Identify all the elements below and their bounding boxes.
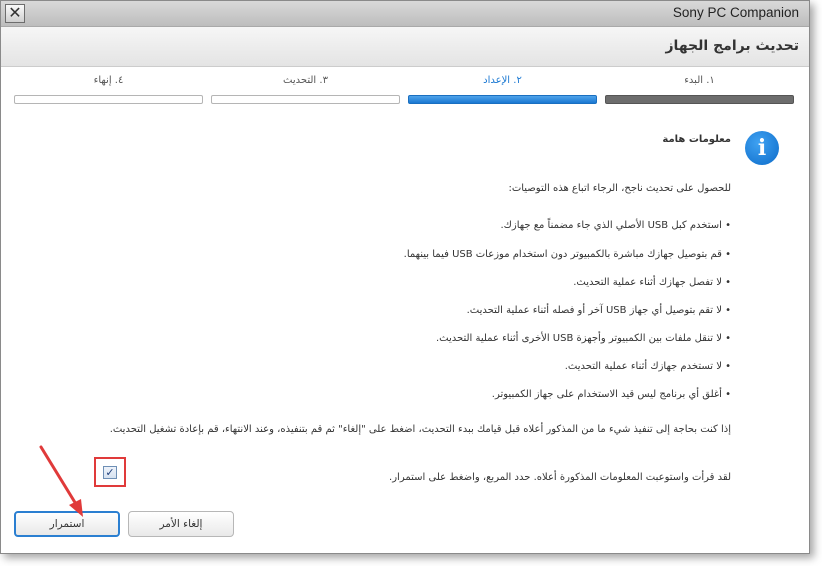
list-item: • استخدم كبل USB الأصلي الذي جاء مضمناً … bbox=[500, 220, 731, 231]
step-update: ٣. التحديث bbox=[211, 75, 400, 105]
app-title: Sony PC Companion bbox=[672, 5, 799, 20]
step-bar bbox=[605, 95, 794, 104]
step-progress: ١. البدء ٢. الإعداد ٣. التحديث ٤. إنهاء bbox=[13, 75, 794, 107]
list-item: • لا تنقل ملفات بين الكمبيوتر وأجهزة USB… bbox=[435, 333, 731, 344]
list-item: • لا تقم بتوصيل أي جهاز USB آخر أو فصله … bbox=[466, 305, 731, 316]
close-icon[interactable]: ✕ bbox=[5, 4, 25, 23]
confirm-label: لقد قرأت واستوعبت المعلومات المذكورة أعل… bbox=[389, 472, 731, 483]
list-item: • أغلق أي برنامج ليس قيد الاستخدام على ج… bbox=[491, 389, 731, 400]
page-title: تحديث برامج الجهاز bbox=[665, 38, 800, 54]
confirm-checkbox[interactable]: ✓ bbox=[103, 466, 117, 479]
step-bar bbox=[14, 95, 203, 104]
step-setup: ٢. الإعداد bbox=[408, 75, 597, 105]
step-label: ٤. إنهاء bbox=[93, 75, 124, 86]
list-item: • قم بتوصيل جهازك مباشرة بالكمبيوتر دون … bbox=[403, 249, 731, 260]
annotation-arrow-icon bbox=[39, 445, 83, 517]
step-bar bbox=[408, 95, 597, 104]
list-item: • لا تفصل جهازك أثناء عملية التحديث. bbox=[573, 277, 731, 288]
step-label: ٢. الإعداد bbox=[483, 75, 522, 86]
step-label: ٣. التحديث bbox=[283, 75, 328, 86]
step-start: ١. البدء bbox=[605, 75, 794, 105]
page-header: تحديث برامج الجهاز bbox=[1, 27, 809, 67]
cancel-button[interactable]: إلغاء الأمر bbox=[128, 511, 234, 537]
step-finish: ٤. إنهاء bbox=[14, 75, 203, 105]
highlight-box: ✓ bbox=[94, 457, 126, 487]
list-item: • لا تستخدم جهازك أثناء عملية التحديث. bbox=[564, 361, 731, 372]
note-text: إذا كنت بحاجة إلى تنفيذ شيء ما من المذكو… bbox=[109, 424, 731, 435]
step-label: ١. البدء bbox=[684, 75, 715, 86]
intro-text: للحصول على تحديث ناجح، الرجاء اتباع هذه … bbox=[508, 183, 731, 194]
app-window: ✕ Sony PC Companion تحديث برامج الجهاز ١… bbox=[0, 0, 810, 554]
info-icon: i bbox=[745, 131, 779, 165]
step-bar bbox=[211, 95, 400, 104]
section-heading: معلومات هامة bbox=[662, 134, 731, 145]
title-bar: ✕ Sony PC Companion bbox=[1, 1, 809, 27]
